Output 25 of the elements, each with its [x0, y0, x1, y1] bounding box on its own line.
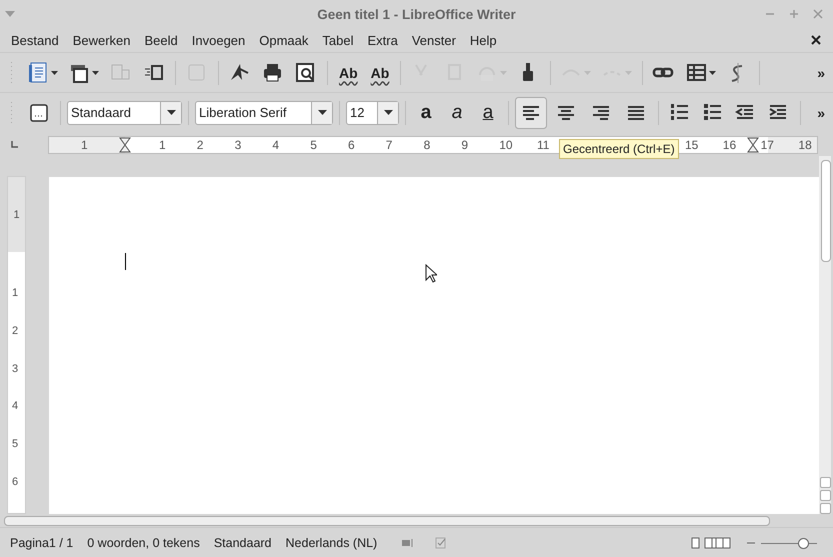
ruler-number: 5	[310, 137, 317, 153]
ruler-number: 15	[685, 137, 698, 153]
ruler-number: 1	[13, 208, 20, 220]
ruler-number: 11	[537, 137, 550, 153]
window-title: Geen titel 1 - LibreOffice Writer	[317, 6, 516, 22]
ruler-number: 3	[12, 362, 18, 375]
ruler-number: 17	[760, 137, 774, 153]
ruler-number: 5	[12, 438, 18, 450]
ruler-number: 1	[81, 137, 88, 153]
ruler-number: 10	[499, 137, 513, 153]
ruler-number: 2	[196, 137, 204, 153]
ruler-number: 4	[272, 137, 280, 153]
ruler-number: 6	[348, 137, 355, 153]
ruler-number: 1	[12, 287, 18, 299]
ruler-number: 16	[722, 137, 736, 153]
ruler-number: 7	[386, 137, 392, 153]
ruler-number: 2	[12, 324, 18, 337]
ruler-number: 9	[461, 137, 468, 153]
ruler-number: 4	[12, 400, 18, 412]
tooltip: Gecentreerd (Ctrl+E)	[559, 139, 679, 159]
ruler-number: 3	[234, 137, 242, 153]
ruler-number: 1	[159, 137, 166, 153]
ruler-number: 8	[424, 137, 430, 153]
ruler-number: 6	[12, 476, 18, 488]
ruler-number: 18	[798, 137, 812, 153]
